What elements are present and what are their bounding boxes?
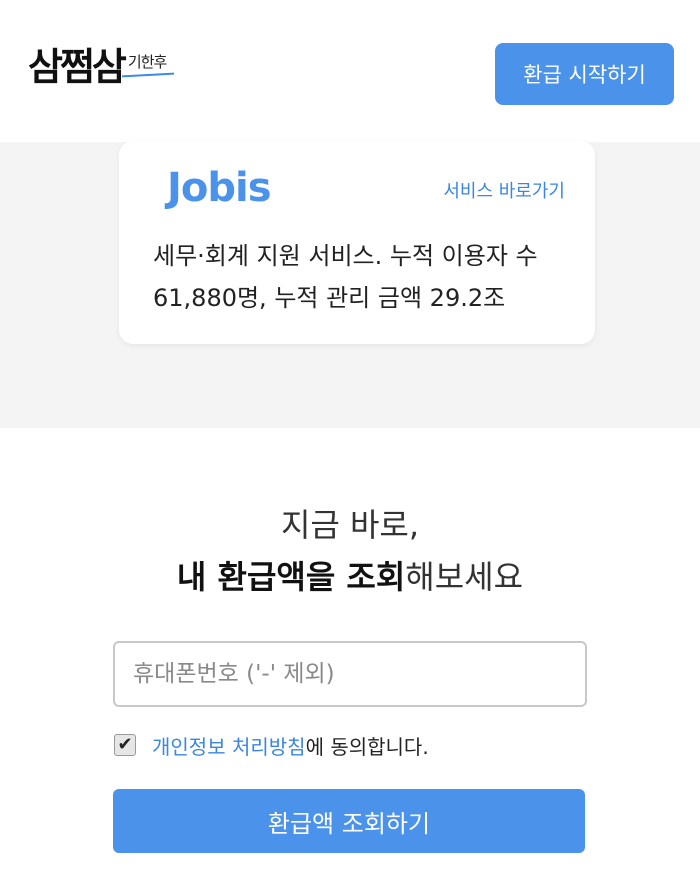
partner-card: Jobis 서비스 바로가기 세무·회계 지원 서비스. 누적 이용자 수 61… bbox=[119, 141, 595, 344]
samjjeomsam-logo[interactable]: 삼쩜삼 기한후 bbox=[28, 45, 174, 89]
start-refund-button[interactable]: 환급 시작하기 bbox=[495, 43, 674, 105]
check-refund-button[interactable]: 환급액 조회하기 bbox=[113, 789, 585, 853]
privacy-policy-link[interactable]: 개인정보 처리방침 bbox=[152, 735, 306, 759]
privacy-consent-label: 개인정보 처리방침에 동의합니다. bbox=[152, 731, 429, 760]
lookup-headline-emphasis: 내 환급액을 조회 bbox=[176, 558, 406, 596]
partner-section: Jobis 서비스 바로가기 세무·회계 지원 서비스. 누적 이용자 수 61… bbox=[0, 141, 700, 428]
logo-wordmark: 삼쩜삼 bbox=[28, 45, 127, 89]
partner-description: 세무·회계 지원 서비스. 누적 이용자 수 61,880명, 누적 관리 금액… bbox=[153, 242, 538, 312]
lookup-headline-line1: 지금 바로, bbox=[280, 506, 420, 544]
logo-subtitle-text: 기한후 bbox=[127, 53, 167, 71]
privacy-consent-row: ✔ 개인정보 처리방침에 동의합니다. bbox=[114, 730, 429, 760]
privacy-consent-rest: 에 동의합니다. bbox=[305, 734, 429, 759]
logo-subtitle: 기한후 bbox=[121, 51, 174, 78]
phone-number-input[interactable] bbox=[113, 641, 587, 707]
logo-underline-decoration bbox=[121, 72, 174, 78]
service-shortcut-link[interactable]: 서비스 바로가기 bbox=[443, 177, 565, 203]
lookup-headline-rest: 해보세요 bbox=[405, 558, 524, 596]
checkmark-icon: ✔ bbox=[117, 734, 133, 755]
site-header: 삼쩜삼 기한후 환급 시작하기 bbox=[0, 0, 700, 142]
lookup-headline-line2: 내 환급액을 조회해보세요 bbox=[0, 552, 700, 598]
jobis-logo: Jobis bbox=[167, 165, 272, 211]
privacy-consent-checkbox[interactable]: ✔ bbox=[114, 734, 136, 756]
